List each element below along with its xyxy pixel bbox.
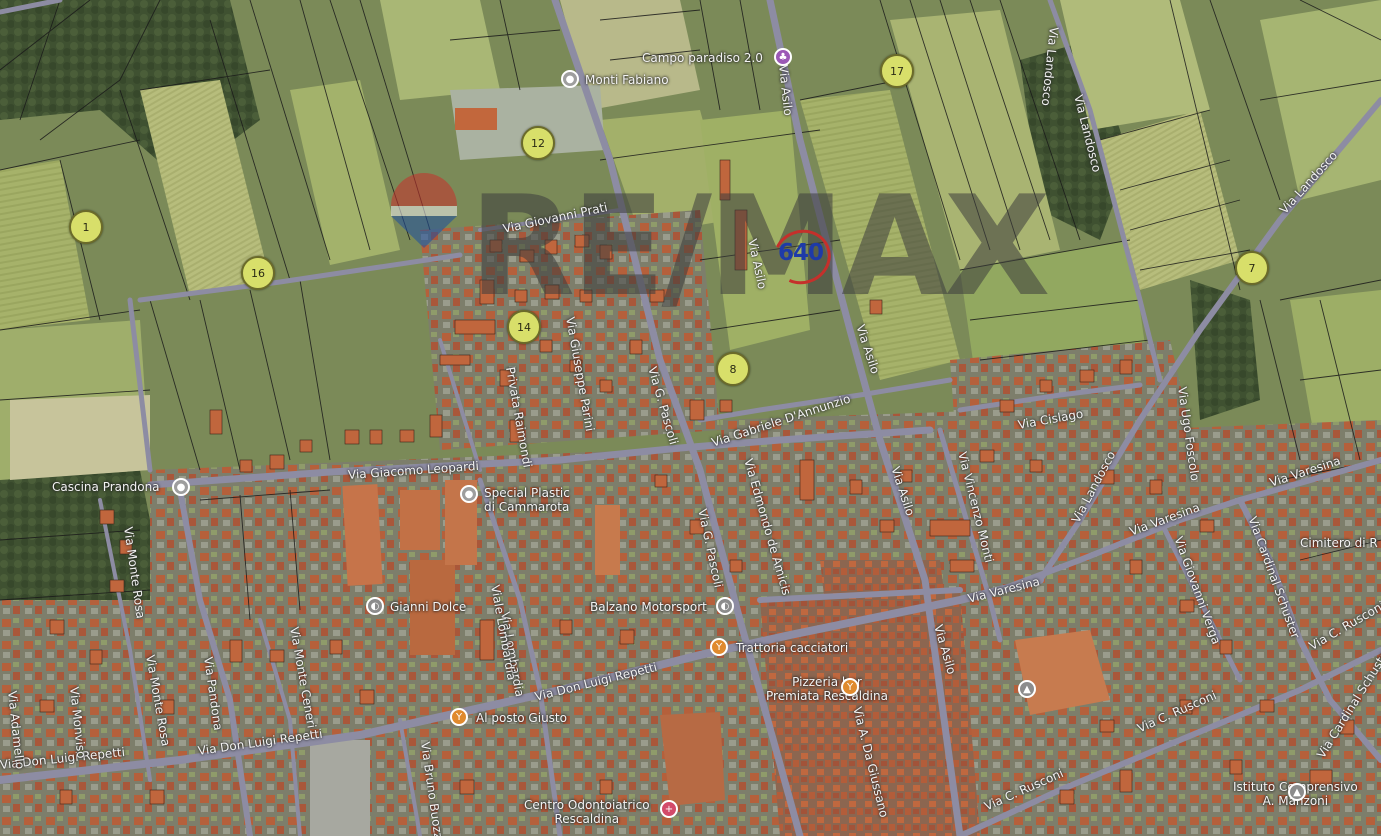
- poi-label-line: Rescaldina: [554, 812, 620, 826]
- industrial-building: [400, 490, 440, 550]
- restaurant-pin-icon[interactable]: Y: [710, 638, 728, 656]
- industrial-building: [595, 505, 620, 575]
- parking-area: [310, 740, 370, 836]
- poi-label[interactable]: Campo paradiso 2.0: [642, 51, 763, 65]
- restaurant-pin-icon[interactable]: Y: [841, 678, 859, 696]
- property-marker[interactable]: 17: [880, 54, 914, 88]
- crop-field: [380, 0, 500, 100]
- building: [660, 712, 725, 806]
- poi-label-line: Premiata Rescaldina: [766, 689, 888, 703]
- property-marker[interactable]: 16: [241, 256, 275, 290]
- poi-label[interactable]: Cimitero di R: [1300, 536, 1378, 550]
- poi-label[interactable]: Trattoria cacciatori: [736, 641, 848, 655]
- woodland-area: [1190, 280, 1260, 420]
- location-pin-icon[interactable]: ●: [460, 485, 478, 503]
- poi-label[interactable]: Monti Fabiano: [585, 73, 669, 87]
- poi-label-line: Centro Odontoiatrico: [524, 798, 650, 812]
- shop-pin-icon[interactable]: ◐: [366, 597, 384, 615]
- property-marker[interactable]: 7: [1235, 251, 1269, 285]
- poi-label[interactable]: Pizzeria bar Premiata Rescaldina: [766, 675, 888, 703]
- location-pin-icon[interactable]: ●: [561, 70, 579, 88]
- poi-label[interactable]: Centro Odontoiatrico Rescaldina: [524, 798, 650, 826]
- property-marker[interactable]: 12: [521, 126, 555, 160]
- hospital-pin-icon[interactable]: +: [660, 800, 678, 818]
- property-marker[interactable]: 8: [716, 352, 750, 386]
- industrial-building: [342, 484, 383, 586]
- school-pin-icon[interactable]: ▲: [1018, 680, 1036, 698]
- school-pin-icon[interactable]: ▲: [1288, 783, 1306, 801]
- building: [455, 108, 497, 130]
- poi-label-line: Special Plastic: [484, 486, 570, 500]
- crop-field: [10, 395, 150, 480]
- location-pin-icon[interactable]: ●: [172, 478, 190, 496]
- poi-label[interactable]: Balzano Motorsport: [590, 600, 707, 614]
- poi-label[interactable]: Al posto Giusto: [476, 711, 567, 725]
- shop-pin-icon[interactable]: ◐: [716, 597, 734, 615]
- park-pin-icon[interactable]: ♣: [774, 48, 792, 66]
- property-marker[interactable]: 1: [69, 210, 103, 244]
- restaurant-pin-icon[interactable]: Y: [450, 708, 468, 726]
- poi-label[interactable]: Special Plastic di Cammarota: [484, 486, 570, 514]
- poi-label[interactable]: Cascina Prandona: [52, 480, 160, 494]
- poi-label[interactable]: Gianni Dolce: [390, 600, 466, 614]
- poi-label-line: di Cammarota: [484, 500, 570, 514]
- map-view[interactable]: RE/MAX 640 Via Giovanni Prati Via Asilo …: [0, 0, 1381, 836]
- property-marker[interactable]: 14: [507, 310, 541, 344]
- listing-reference-number: 640: [778, 240, 824, 266]
